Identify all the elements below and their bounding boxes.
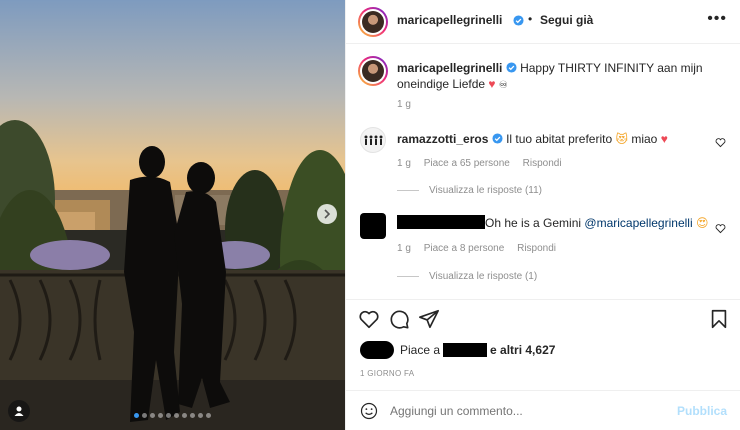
redacted-liker bbox=[443, 343, 488, 357]
comment-username[interactable]: ramazzotti_eros bbox=[397, 132, 488, 146]
post-time[interactable]: 1 GIORNO FA bbox=[360, 369, 414, 378]
header-separator: • bbox=[528, 12, 533, 26]
post-photo[interactable] bbox=[0, 0, 345, 430]
share-icon[interactable] bbox=[418, 308, 440, 330]
view-replies-button[interactable]: Visualizza le risposte (1) bbox=[397, 271, 537, 282]
view-replies-label: Visualizza le risposte (11) bbox=[429, 185, 543, 196]
following-button[interactable]: Segui già bbox=[540, 13, 593, 27]
author-avatar[interactable] bbox=[358, 7, 388, 37]
caption-time[interactable]: 1 g bbox=[397, 99, 411, 110]
like-comment-icon[interactable] bbox=[715, 223, 726, 234]
comment-time[interactable]: 1 g bbox=[397, 158, 411, 169]
carousel-dot bbox=[206, 413, 211, 418]
heart-eyes-emoji-icon: 😍 bbox=[695, 216, 709, 230]
save-bookmark-icon[interactable] bbox=[708, 308, 730, 330]
reply-button[interactable]: Rispondi bbox=[517, 243, 556, 254]
verified-badge-icon bbox=[513, 15, 524, 26]
comment-text: Oh he is a Gemini bbox=[485, 216, 582, 230]
carousel-dot bbox=[142, 413, 147, 418]
author-username[interactable]: maricapellegrinelli bbox=[397, 13, 502, 27]
mention-link[interactable]: @maricapellegrinelli bbox=[584, 216, 692, 230]
like-comment-icon[interactable] bbox=[715, 137, 726, 148]
carousel-dot bbox=[182, 413, 187, 418]
publish-button[interactable]: Pubblica bbox=[677, 404, 727, 418]
infinity-emoji-icon: ♾ bbox=[498, 80, 508, 91]
comment-icon[interactable] bbox=[388, 308, 410, 330]
carousel-dot bbox=[174, 413, 179, 418]
post-details: maricapellegrinelli • Segui già ••• mari… bbox=[345, 0, 740, 430]
carousel-indicator bbox=[0, 413, 345, 418]
group-logo-icon bbox=[364, 135, 383, 145]
redacted-username bbox=[397, 215, 485, 229]
view-replies-button[interactable]: Visualizza le risposte (11) bbox=[397, 185, 542, 196]
likes-summary[interactable]: Piace a e altri 4,627 bbox=[360, 341, 555, 359]
carousel-dot bbox=[158, 413, 163, 418]
next-photo-button[interactable] bbox=[317, 204, 337, 224]
instagram-post: maricapellegrinelli • Segui già ••• mari… bbox=[0, 0, 740, 430]
cat-emoji-icon: 😻 bbox=[615, 132, 628, 146]
tagged-users-button[interactable] bbox=[8, 400, 30, 422]
reply-button[interactable]: Rispondi bbox=[523, 158, 562, 169]
comment-meta: 1 g Piace a 8 persone Rispondi bbox=[397, 243, 566, 254]
add-comment-bar: Pubblica bbox=[346, 390, 740, 430]
commenter-avatar-redacted[interactable] bbox=[360, 213, 386, 239]
view-replies-label: Visualizza le risposte (1) bbox=[429, 271, 538, 282]
carousel-dot bbox=[150, 413, 155, 418]
post-caption: maricapellegrinelli Happy THIRTY INFINIT… bbox=[397, 60, 717, 94]
verified-badge-icon bbox=[492, 133, 503, 144]
carousel-dot bbox=[134, 413, 139, 418]
photo-scene bbox=[0, 0, 345, 430]
carousel-dot bbox=[198, 413, 203, 418]
comment-text: Il tuo abitat preferito bbox=[506, 132, 613, 146]
commenter-avatar[interactable] bbox=[360, 127, 386, 153]
carousel-dot bbox=[190, 413, 195, 418]
verified-badge-icon bbox=[506, 62, 517, 73]
comment-text-2: miao bbox=[631, 132, 658, 146]
comment: ramazzotti_eros Il tuo abitat preferito … bbox=[397, 131, 717, 147]
emoji-icon[interactable] bbox=[360, 402, 378, 420]
comment-time[interactable]: 1 g bbox=[397, 243, 411, 254]
heart-emoji-icon: ♥ bbox=[660, 132, 668, 146]
carousel-dot bbox=[166, 413, 171, 418]
likes-count[interactable]: e altri 4,627 bbox=[490, 343, 555, 357]
comment: Oh he is a Gemini @maricapellegrinelli 😍 bbox=[397, 215, 717, 231]
caption-meta: 1 g bbox=[397, 99, 421, 110]
comment-likes[interactable]: Piace a 8 persone bbox=[424, 243, 505, 254]
like-icon[interactable] bbox=[358, 308, 380, 330]
liker-avatars-redacted bbox=[360, 341, 394, 359]
likes-prefix: Piace a bbox=[400, 343, 441, 357]
more-options-icon[interactable]: ••• bbox=[707, 10, 727, 28]
heart-emoji-icon: ♥ bbox=[488, 77, 496, 91]
actions-divider bbox=[346, 299, 740, 300]
add-comment-input[interactable] bbox=[390, 404, 650, 418]
caption-username[interactable]: maricapellegrinelli bbox=[397, 61, 502, 75]
caption-avatar[interactable] bbox=[358, 56, 388, 86]
post-header: maricapellegrinelli • Segui già ••• bbox=[346, 0, 740, 44]
comment-likes[interactable]: Piace a 65 persone bbox=[424, 158, 510, 169]
comment-meta: 1 g Piace a 65 persone Rispondi bbox=[397, 158, 572, 169]
chevron-right-icon bbox=[324, 209, 331, 219]
